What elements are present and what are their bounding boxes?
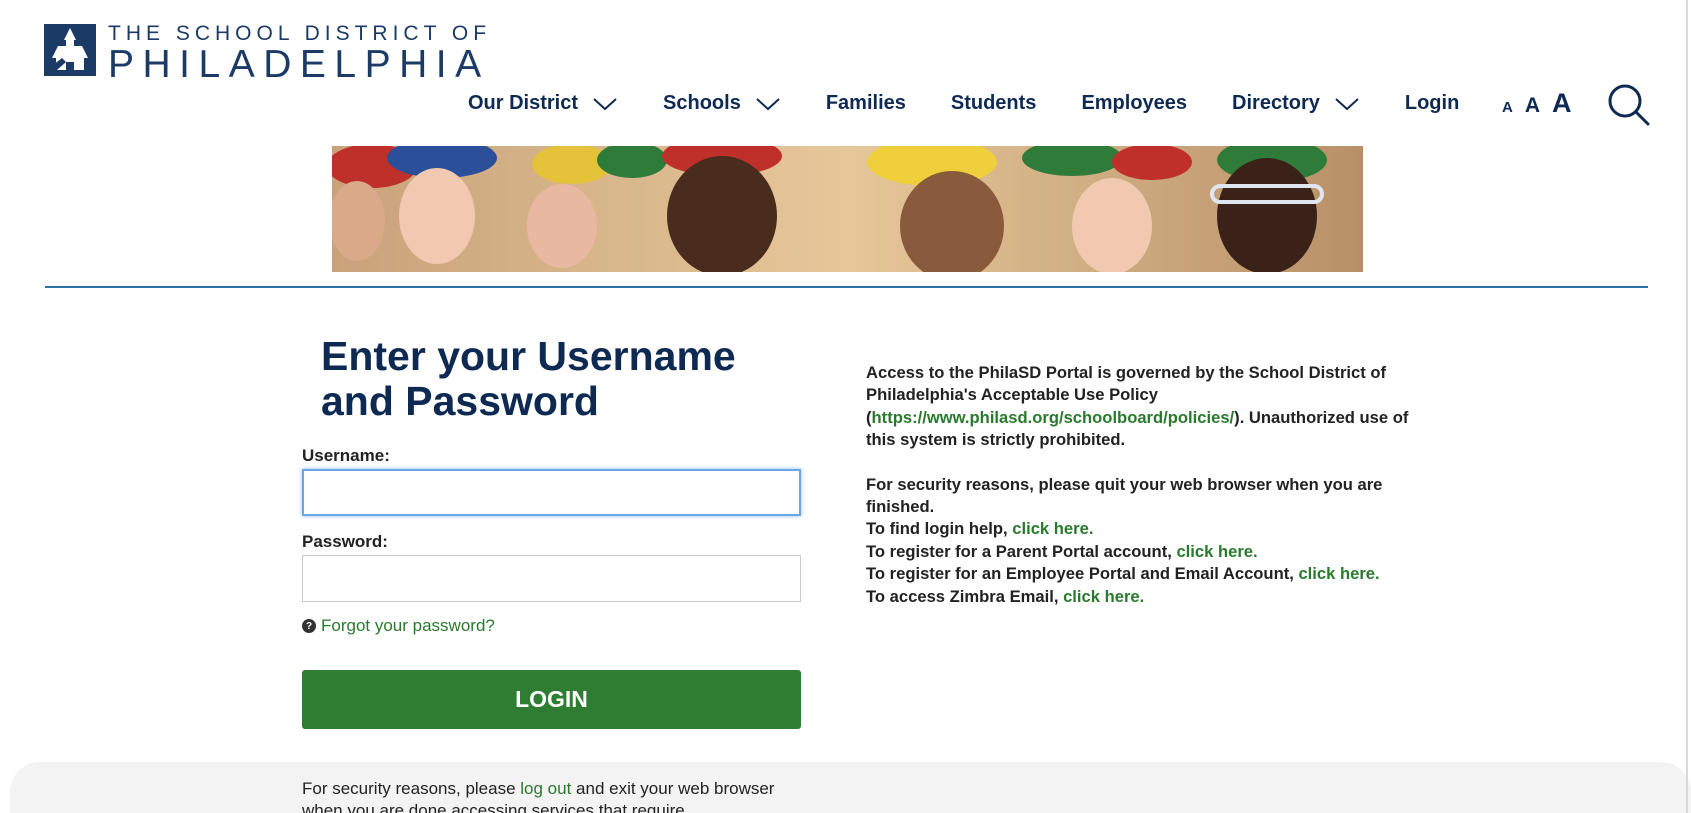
username-field[interactable] (302, 469, 801, 516)
chevron-down-icon (1335, 97, 1359, 110)
policy-paragraph: Access to the PhilaSD Portal is governed… (866, 362, 1436, 452)
font-size-controls: A A A (1502, 88, 1584, 119)
window-edge (1686, 0, 1688, 813)
zimbra-text: To access Zimbra Email, (866, 586, 1064, 606)
parent-portal-text: To register for a Parent Portal account, (866, 541, 1177, 561)
log-out-link[interactable]: log out (520, 779, 571, 798)
logo-wordmark: THE SCHOOL DISTRICT OF PHILADELPHIA (108, 22, 491, 84)
header-divider (45, 286, 1648, 288)
zimbra-line: To access Zimbra Email, click here. (866, 586, 1436, 608)
parent-portal-line: To register for a Parent Portal account,… (866, 541, 1436, 563)
password-label: Password: (302, 532, 388, 551)
nav-label: Directory (1232, 92, 1320, 114)
font-size-medium-button[interactable]: A (1525, 94, 1540, 118)
forgot-password-link[interactable]: ? Forgot your password? (302, 616, 495, 636)
nav-families[interactable]: Families (826, 92, 906, 115)
login-button[interactable]: LOGIN (302, 670, 801, 729)
footer-security-note: For security reasons, please log out and… (302, 778, 782, 813)
login-help-line: To find login help, click here. (866, 518, 1436, 540)
login-help-text: To find login help, (866, 519, 1013, 539)
nav-label: Login (1404, 92, 1460, 114)
district-logo[interactable]: THE SCHOOL DISTRICT OF PHILADELPHIA (44, 22, 491, 84)
school-bell-tower-icon (44, 24, 96, 76)
font-size-large-button[interactable]: A (1552, 88, 1572, 119)
forgot-password-label: Forgot your password? (321, 616, 495, 635)
nav-our-district[interactable]: Our District (468, 92, 618, 115)
page-title: Enter your Username and Password (321, 334, 821, 424)
chevron-down-icon (593, 97, 617, 110)
logo-line-2: PHILADELPHIA (108, 43, 490, 86)
footer-band (10, 762, 1691, 813)
nav-directory[interactable]: Directory (1232, 92, 1360, 115)
nav-login[interactable]: Login (1405, 92, 1459, 115)
parent-portal-link[interactable]: click here. (1176, 542, 1257, 561)
nav-schools[interactable]: Schools (663, 92, 781, 115)
question-circle-icon: ? (302, 619, 316, 633)
employee-portal-line: To register for an Employee Portal and E… (866, 563, 1436, 585)
nav-label: Schools (663, 92, 741, 114)
font-size-small-button[interactable]: A (1502, 99, 1513, 116)
zimbra-link[interactable]: click here. (1063, 587, 1144, 606)
employee-portal-link[interactable]: click here. (1298, 564, 1379, 583)
main-nav: Our District Schools Families Students E… (468, 92, 1459, 115)
chevron-down-icon (756, 97, 780, 110)
title-line-1: Enter your Username (321, 333, 736, 379)
nav-label: Our District (468, 92, 579, 114)
footer-text-1: For security reasons, please (302, 779, 521, 798)
search-icon[interactable] (1606, 82, 1650, 126)
password-field[interactable] (302, 555, 801, 602)
login-help-link[interactable]: click here. (1012, 519, 1093, 538)
banner-image (332, 146, 1363, 272)
nav-label: Employees (1081, 92, 1188, 114)
security-text: For security reasons, please quit your w… (866, 474, 1383, 517)
policy-link[interactable]: https://www.philasd.org/schoolboard/poli… (872, 408, 1235, 427)
nav-label: Families (825, 92, 906, 114)
nav-label: Students (950, 92, 1037, 114)
title-line-2: and Password (321, 378, 599, 424)
nav-employees[interactable]: Employees (1081, 92, 1187, 115)
employee-portal-text: To register for an Employee Portal and E… (866, 564, 1299, 584)
nav-students[interactable]: Students (951, 92, 1037, 115)
portal-info: Access to the PhilaSD Portal is governed… (866, 362, 1436, 608)
username-label: Username: (302, 446, 390, 465)
